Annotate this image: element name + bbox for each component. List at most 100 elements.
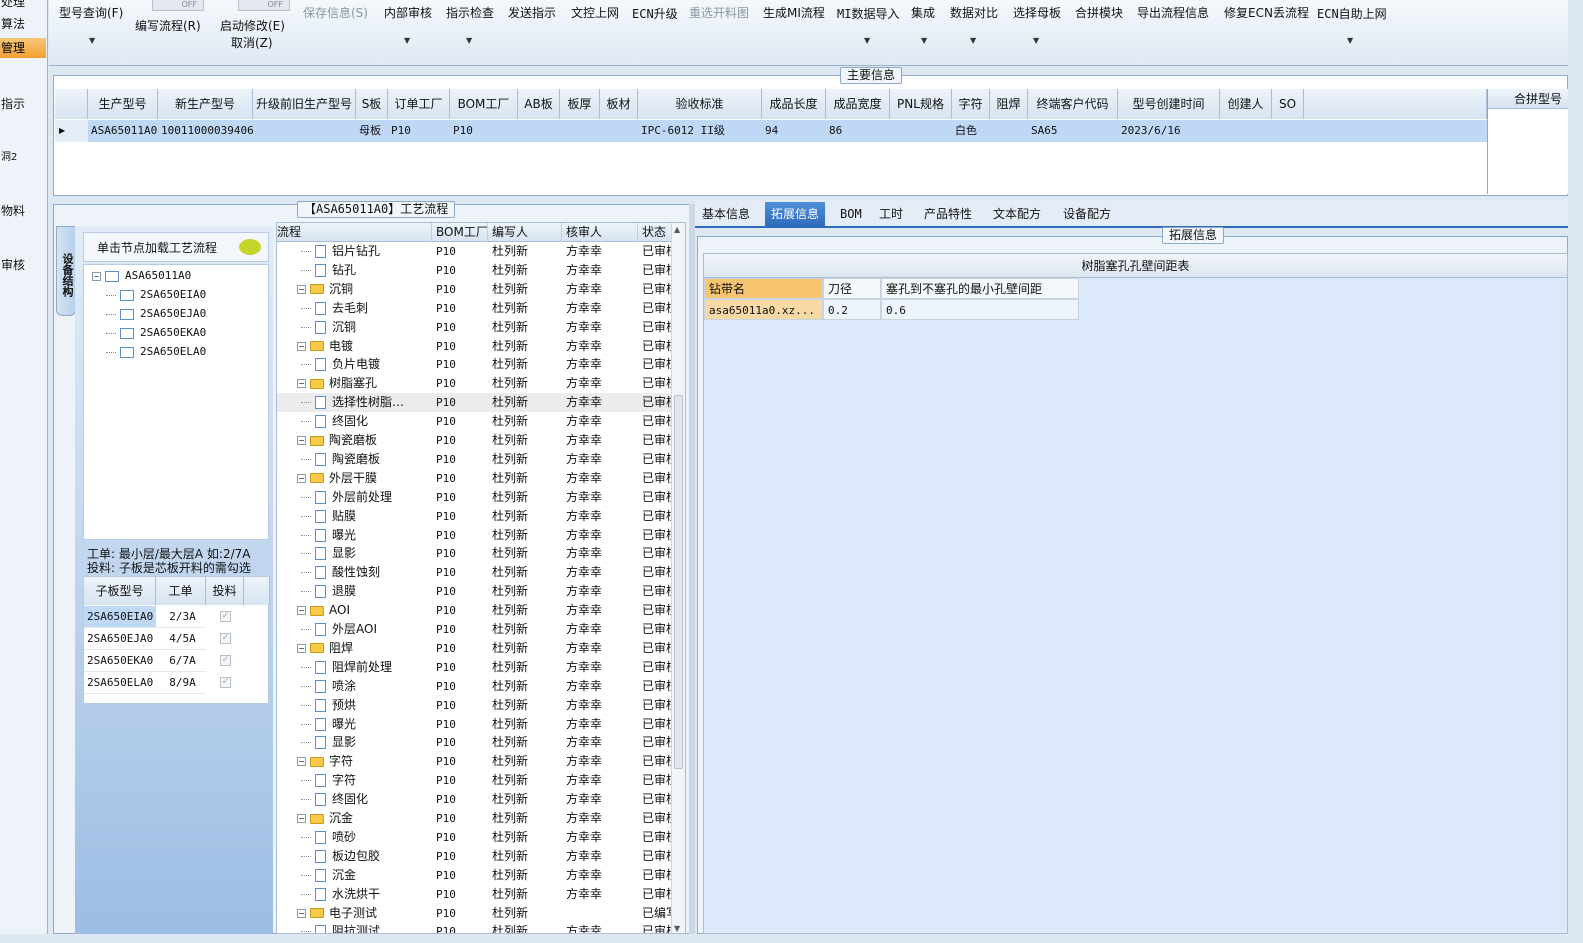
feed-checkbox[interactable]: ✓ xyxy=(220,633,231,644)
reviewer-cell[interactable]: 方幸幸 xyxy=(562,450,638,469)
bom-cell[interactable]: P10 xyxy=(432,771,488,790)
reviewer-cell[interactable]: 方幸幸 xyxy=(562,299,638,318)
column-header[interactable]: S板 xyxy=(356,89,388,119)
bom-cell[interactable]: P10 xyxy=(432,733,488,752)
table-cell[interactable] xyxy=(890,120,952,142)
writer-cell[interactable]: 杜列新 xyxy=(488,639,562,658)
column-header[interactable]: SO xyxy=(1272,89,1304,119)
reviewer-cell[interactable]: 方幸幸 xyxy=(562,733,638,752)
table-cell[interactable]: 2023/6/16 xyxy=(1118,120,1220,142)
column-header[interactable]: 成品长度 xyxy=(762,89,826,119)
collapse-icon[interactable]: − xyxy=(297,473,306,483)
writer-cell[interactable]: 杜列新 xyxy=(488,866,562,885)
cancel-button[interactable]: 取消(Z) xyxy=(231,34,273,51)
reviewer-cell[interactable]: 方幸幸 xyxy=(562,752,638,771)
flow-row[interactable]: 外层前处理 P10 杜列新 方幸幸 已审核 xyxy=(277,488,685,507)
table-cell[interactable]: 0.2 xyxy=(823,299,881,320)
collapse-icon[interactable]: − xyxy=(297,436,306,445)
flow-row[interactable]: 喷涂 P10 杜列新 方幸幸 已审核 xyxy=(277,677,685,696)
column-header[interactable]: 型号创建时间 xyxy=(1118,89,1220,119)
flow-row[interactable]: − 字符 P10 杜列新 方幸幸 已审核 xyxy=(277,752,685,771)
table-cell[interactable] xyxy=(990,120,1028,142)
nav-item-instruction[interactable]: 指示 xyxy=(0,94,46,114)
tab-text-recipe[interactable]: 文本配方 xyxy=(987,202,1047,226)
flow-row[interactable]: 终固化 P10 杜列新 方幸幸 已审核 xyxy=(277,790,685,809)
flow-row[interactable]: 去毛刺 P10 杜列新 方幸幸 已审核 xyxy=(277,299,685,318)
writer-cell[interactable]: 杜列新 xyxy=(488,563,562,582)
table-cell[interactable] xyxy=(253,120,356,142)
flow-row[interactable]: 板边包胶 P10 杜列新 方幸幸 已审核 xyxy=(277,847,685,866)
bom-cell[interactable]: P10 xyxy=(432,847,488,866)
internal-review-button[interactable]: 内部审核 xyxy=(384,4,432,21)
reviewer-cell[interactable]: 方幸幸 xyxy=(562,337,638,356)
reviewer-cell[interactable]: 方幸幸 xyxy=(562,469,638,488)
flow-name-cell[interactable]: 沉铜 xyxy=(277,318,432,337)
bom-cell[interactable]: P10 xyxy=(432,809,488,828)
flow-name-cell[interactable]: 喷砂 xyxy=(277,828,432,847)
reviewer-cell[interactable]: 方幸幸 xyxy=(562,885,638,904)
flow-name-cell[interactable]: − 电镀 xyxy=(277,337,432,356)
bom-cell[interactable]: P10 xyxy=(432,412,488,431)
bom-cell[interactable]: P10 xyxy=(432,299,488,318)
flow-row[interactable]: 显影 P10 杜列新 方幸幸 已审核 xyxy=(277,733,685,752)
flow-name-cell[interactable]: 水洗烘干 xyxy=(277,885,432,904)
writer-cell[interactable]: 杜列新 xyxy=(488,337,562,356)
flow-row[interactable]: 阻焊前处理 P10 杜列新 方幸幸 已审核 xyxy=(277,658,685,677)
nav-item-hole2[interactable]: 洞2 xyxy=(0,148,46,168)
column-header[interactable]: 刀径 xyxy=(823,278,881,299)
toggle-switch[interactable]: OFF xyxy=(238,0,290,11)
bom-cell[interactable]: P10 xyxy=(432,355,488,374)
column-header[interactable]: 工单 xyxy=(156,577,206,605)
collapse-icon[interactable]: − xyxy=(92,271,101,281)
reselect-cut-button[interactable]: 重选开料图 xyxy=(689,4,749,21)
tree-root[interactable]: − ASA65011A0 xyxy=(92,269,191,282)
flow-name-cell[interactable]: 显影 xyxy=(277,733,432,752)
repair-ecn-button[interactable]: 修复ECN丢流程 xyxy=(1224,4,1309,21)
bom-cell[interactable]: P10 xyxy=(432,450,488,469)
flow-row[interactable]: 曝光 P10 杜列新 方幸幸 已审核 xyxy=(277,526,685,545)
bom-cell[interactable]: P10 xyxy=(432,922,488,933)
sub-board-model[interactable]: 2SA650ELA0 xyxy=(84,672,156,694)
table-cell[interactable] xyxy=(600,120,638,142)
chevron-down-icon[interactable]: ▼ xyxy=(404,36,410,45)
reviewer-cell[interactable]: 方幸幸 xyxy=(562,412,638,431)
writer-cell[interactable]: 杜列新 xyxy=(488,904,562,923)
reviewer-cell[interactable]: 方幸幸 xyxy=(562,922,638,933)
sub-board-order[interactable]: 2/3A xyxy=(156,606,206,628)
table-cell[interactable]: P10 xyxy=(388,120,450,142)
collapse-icon[interactable]: − xyxy=(297,341,306,351)
flow-name-cell[interactable]: − AOI xyxy=(277,601,432,620)
bom-cell[interactable]: P10 xyxy=(432,904,488,923)
writer-cell[interactable]: 杜列新 xyxy=(488,318,562,337)
flow-row[interactable]: 水洗烘干 P10 杜列新 方幸幸 已审核 xyxy=(277,885,685,904)
select-mother-board-button[interactable]: 选择母板 xyxy=(1013,4,1061,21)
reviewer-cell[interactable]: 方幸幸 xyxy=(562,790,638,809)
vertical-scrollbar[interactable]: ▲ ▼ xyxy=(671,223,685,933)
reviewer-cell[interactable]: 方幸幸 xyxy=(562,318,638,337)
tree-node[interactable]: 2SA650EJA0 xyxy=(106,307,206,320)
column-header[interactable]: 新生产型号 xyxy=(158,89,253,119)
table-cell[interactable]: P10 xyxy=(450,120,518,142)
bom-cell[interactable]: P10 xyxy=(432,526,488,545)
flow-name-cell[interactable]: 酸性蚀刻 xyxy=(277,563,432,582)
reviewer-cell[interactable]: 方幸幸 xyxy=(562,261,638,280)
sub-board-order[interactable]: 8/9A xyxy=(156,672,206,694)
flow-row[interactable]: 喷砂 P10 杜列新 方幸幸 已审核 xyxy=(277,828,685,847)
nav-item-process[interactable]: 处理 xyxy=(0,0,46,12)
flow-name-cell[interactable]: 喷涂 xyxy=(277,677,432,696)
flow-name-cell[interactable]: 板边包胶 xyxy=(277,847,432,866)
sub-board-order[interactable]: 6/7A xyxy=(156,650,206,672)
sub-board-model[interactable]: 2SA650EJA0 xyxy=(84,628,156,650)
tab-basic-info[interactable]: 基本信息 xyxy=(696,202,756,226)
writer-cell[interactable]: 杜列新 xyxy=(488,526,562,545)
flow-name-cell[interactable]: 贴膜 xyxy=(277,507,432,526)
reviewer-cell[interactable]: 方幸幸 xyxy=(562,696,638,715)
flow-row[interactable]: − AOI P10 杜列新 方幸幸 已审核 xyxy=(277,601,685,620)
flow-name-cell[interactable]: 外层前处理 xyxy=(277,488,432,507)
column-header[interactable]: 阻焊 xyxy=(990,89,1028,119)
feed-checkbox[interactable]: ✓ xyxy=(220,677,231,688)
flow-row[interactable]: − 陶瓷磨板 P10 杜列新 方幸幸 已审核 xyxy=(277,431,685,450)
tree-node[interactable]: 2SA650EKA0 xyxy=(106,326,206,339)
collapse-icon[interactable]: − xyxy=(297,284,306,294)
writer-cell[interactable]: 杜列新 xyxy=(488,393,562,412)
